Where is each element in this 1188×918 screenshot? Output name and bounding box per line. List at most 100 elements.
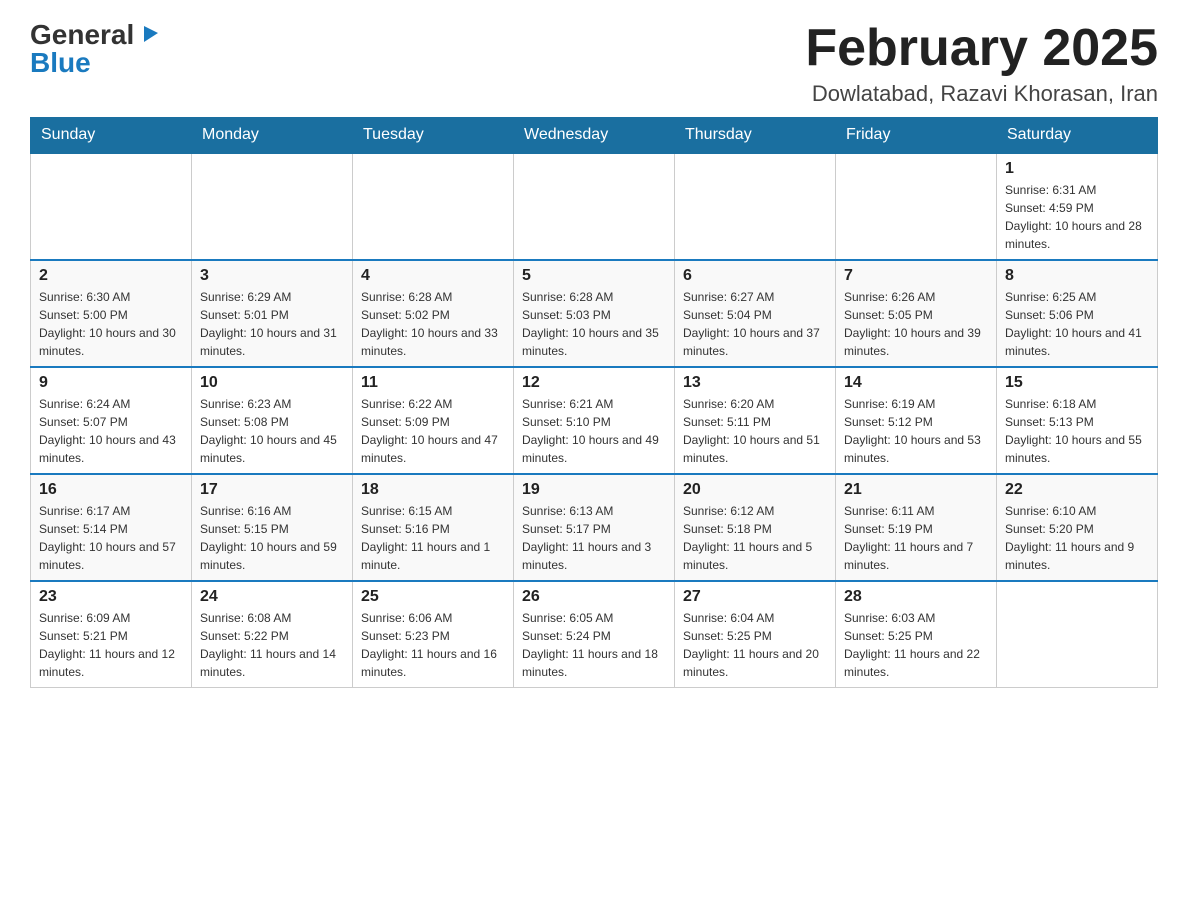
day-number: 27	[683, 588, 827, 606]
day-info: Sunrise: 6:23 AMSunset: 5:08 PMDaylight:…	[200, 395, 344, 467]
calendar-cell-w3-d7: 15 Sunrise: 6:18 AMSunset: 5:13 PMDayligh…	[997, 367, 1158, 474]
calendar-cell-w4-d2: 17 Sunrise: 6:16 AMSunset: 5:15 PMDayligh…	[192, 474, 353, 581]
day-number: 4	[361, 267, 505, 285]
day-number: 13	[683, 374, 827, 392]
day-info: Sunrise: 6:09 AMSunset: 5:21 PMDaylight:…	[39, 609, 183, 681]
calendar-week-3: 9 Sunrise: 6:24 AMSunset: 5:07 PMDaylight…	[31, 367, 1158, 474]
day-number: 5	[522, 267, 666, 285]
day-info: Sunrise: 6:20 AMSunset: 5:11 PMDaylight:…	[683, 395, 827, 467]
day-number: 22	[1005, 481, 1149, 499]
calendar-cell-w2-d5: 6 Sunrise: 6:27 AMSunset: 5:04 PMDaylight…	[675, 260, 836, 367]
day-number: 26	[522, 588, 666, 606]
header-friday: Friday	[836, 118, 997, 154]
day-info: Sunrise: 6:26 AMSunset: 5:05 PMDaylight:…	[844, 288, 988, 360]
calendar-cell-w2-d1: 2 Sunrise: 6:30 AMSunset: 5:00 PMDaylight…	[31, 260, 192, 367]
calendar-week-2: 2 Sunrise: 6:30 AMSunset: 5:00 PMDaylight…	[31, 260, 1158, 367]
day-info: Sunrise: 6:25 AMSunset: 5:06 PMDaylight:…	[1005, 288, 1149, 360]
calendar-cell-w2-d4: 5 Sunrise: 6:28 AMSunset: 5:03 PMDaylight…	[514, 260, 675, 367]
calendar-cell-w1-d4	[514, 153, 675, 260]
day-number: 8	[1005, 267, 1149, 285]
day-info: Sunrise: 6:28 AMSunset: 5:03 PMDaylight:…	[522, 288, 666, 360]
day-info: Sunrise: 6:12 AMSunset: 5:18 PMDaylight:…	[683, 502, 827, 574]
day-info: Sunrise: 6:31 AMSunset: 4:59 PMDaylight:…	[1005, 181, 1149, 253]
day-number: 16	[39, 481, 183, 499]
day-number: 28	[844, 588, 988, 606]
day-info: Sunrise: 6:17 AMSunset: 5:14 PMDaylight:…	[39, 502, 183, 574]
calendar-cell-w1-d3	[353, 153, 514, 260]
calendar-cell-w5-d2: 24 Sunrise: 6:08 AMSunset: 5:22 PMDayligh…	[192, 581, 353, 688]
logo-triangle-icon	[138, 22, 160, 49]
day-info: Sunrise: 6:05 AMSunset: 5:24 PMDaylight:…	[522, 609, 666, 681]
day-number: 7	[844, 267, 988, 285]
calendar-cell-w5-d7	[997, 581, 1158, 688]
day-number: 25	[361, 588, 505, 606]
day-number: 11	[361, 374, 505, 392]
day-number: 9	[39, 374, 183, 392]
calendar-cell-w1-d7: 1 Sunrise: 6:31 AMSunset: 4:59 PMDaylight…	[997, 153, 1158, 260]
day-info: Sunrise: 6:18 AMSunset: 5:13 PMDaylight:…	[1005, 395, 1149, 467]
day-info: Sunrise: 6:06 AMSunset: 5:23 PMDaylight:…	[361, 609, 505, 681]
day-info: Sunrise: 6:27 AMSunset: 5:04 PMDaylight:…	[683, 288, 827, 360]
header-monday: Monday	[192, 118, 353, 154]
day-number: 21	[844, 481, 988, 499]
calendar-cell-w2-d6: 7 Sunrise: 6:26 AMSunset: 5:05 PMDaylight…	[836, 260, 997, 367]
calendar-week-5: 23Sunrise: 6:09 AMSunset: 5:21 PMDayligh…	[31, 581, 1158, 688]
calendar-cell-w1-d5	[675, 153, 836, 260]
day-number: 24	[200, 588, 344, 606]
weekday-header-row: Sunday Monday Tuesday Wednesday Thursday…	[31, 118, 1158, 154]
logo-blue-text: Blue	[30, 47, 91, 78]
calendar-cell-w3-d5: 13 Sunrise: 6:20 AMSunset: 5:11 PMDayligh…	[675, 367, 836, 474]
day-info: Sunrise: 6:16 AMSunset: 5:15 PMDaylight:…	[200, 502, 344, 574]
day-number: 2	[39, 267, 183, 285]
day-info: Sunrise: 6:04 AMSunset: 5:25 PMDaylight:…	[683, 609, 827, 681]
calendar-week-4: 16 Sunrise: 6:17 AMSunset: 5:14 PMDayligh…	[31, 474, 1158, 581]
calendar-cell-w4-d6: 21Sunrise: 6:11 AMSunset: 5:19 PMDayligh…	[836, 474, 997, 581]
day-number: 3	[200, 267, 344, 285]
day-info: Sunrise: 6:19 AMSunset: 5:12 PMDaylight:…	[844, 395, 988, 467]
day-info: Sunrise: 6:15 AMSunset: 5:16 PMDaylight:…	[361, 502, 505, 574]
header-sunday: Sunday	[31, 118, 192, 154]
calendar-table: Sunday Monday Tuesday Wednesday Thursday…	[30, 117, 1158, 688]
calendar-cell-w5-d4: 26 Sunrise: 6:05 AMSunset: 5:24 PMDayligh…	[514, 581, 675, 688]
day-number: 15	[1005, 374, 1149, 392]
header-wednesday: Wednesday	[514, 118, 675, 154]
location-subtitle: Dowlatabad, Razavi Khorasan, Iran	[805, 81, 1158, 107]
day-number: 18	[361, 481, 505, 499]
day-info: Sunrise: 6:30 AMSunset: 5:00 PMDaylight:…	[39, 288, 183, 360]
day-info: Sunrise: 6:08 AMSunset: 5:22 PMDaylight:…	[200, 609, 344, 681]
day-number: 17	[200, 481, 344, 499]
calendar-cell-w5-d5: 27 Sunrise: 6:04 AMSunset: 5:25 PMDayligh…	[675, 581, 836, 688]
day-number: 19	[522, 481, 666, 499]
header-tuesday: Tuesday	[353, 118, 514, 154]
calendar-title: February 2025	[805, 20, 1158, 77]
day-info: Sunrise: 6:21 AMSunset: 5:10 PMDaylight:…	[522, 395, 666, 467]
logo-general-text: General	[30, 21, 134, 49]
day-number: 12	[522, 374, 666, 392]
calendar-cell-w5-d3: 25 Sunrise: 6:06 AMSunset: 5:23 PMDayligh…	[353, 581, 514, 688]
title-section: February 2025 Dowlatabad, Razavi Khorasa…	[805, 20, 1158, 107]
calendar-cell-w1-d6	[836, 153, 997, 260]
header-saturday: Saturday	[997, 118, 1158, 154]
day-number: 14	[844, 374, 988, 392]
calendar-cell-w2-d7: 8 Sunrise: 6:25 AMSunset: 5:06 PMDaylight…	[997, 260, 1158, 367]
calendar-cell-w3-d1: 9 Sunrise: 6:24 AMSunset: 5:07 PMDaylight…	[31, 367, 192, 474]
logo: General Blue	[30, 20, 160, 77]
day-number: 1	[1005, 160, 1149, 178]
calendar-cell-w3-d3: 11Sunrise: 6:22 AMSunset: 5:09 PMDayligh…	[353, 367, 514, 474]
day-info: Sunrise: 6:10 AMSunset: 5:20 PMDaylight:…	[1005, 502, 1149, 574]
header-thursday: Thursday	[675, 118, 836, 154]
day-info: Sunrise: 6:29 AMSunset: 5:01 PMDaylight:…	[200, 288, 344, 360]
calendar-cell-w3-d2: 10 Sunrise: 6:23 AMSunset: 5:08 PMDayligh…	[192, 367, 353, 474]
calendar-cell-w3-d4: 12 Sunrise: 6:21 AMSunset: 5:10 PMDayligh…	[514, 367, 675, 474]
calendar-cell-w3-d6: 14 Sunrise: 6:19 AMSunset: 5:12 PMDayligh…	[836, 367, 997, 474]
calendar-cell-w2-d2: 3 Sunrise: 6:29 AMSunset: 5:01 PMDaylight…	[192, 260, 353, 367]
day-info: Sunrise: 6:28 AMSunset: 5:02 PMDaylight:…	[361, 288, 505, 360]
day-number: 10	[200, 374, 344, 392]
calendar-cell-w5-d6: 28Sunrise: 6:03 AMSunset: 5:25 PMDayligh…	[836, 581, 997, 688]
day-info: Sunrise: 6:24 AMSunset: 5:07 PMDaylight:…	[39, 395, 183, 467]
calendar-cell-w4-d1: 16 Sunrise: 6:17 AMSunset: 5:14 PMDayligh…	[31, 474, 192, 581]
day-number: 6	[683, 267, 827, 285]
calendar-cell-w5-d1: 23Sunrise: 6:09 AMSunset: 5:21 PMDayligh…	[31, 581, 192, 688]
day-info: Sunrise: 6:13 AMSunset: 5:17 PMDaylight:…	[522, 502, 666, 574]
calendar-cell-w4-d3: 18 Sunrise: 6:15 AMSunset: 5:16 PMDayligh…	[353, 474, 514, 581]
